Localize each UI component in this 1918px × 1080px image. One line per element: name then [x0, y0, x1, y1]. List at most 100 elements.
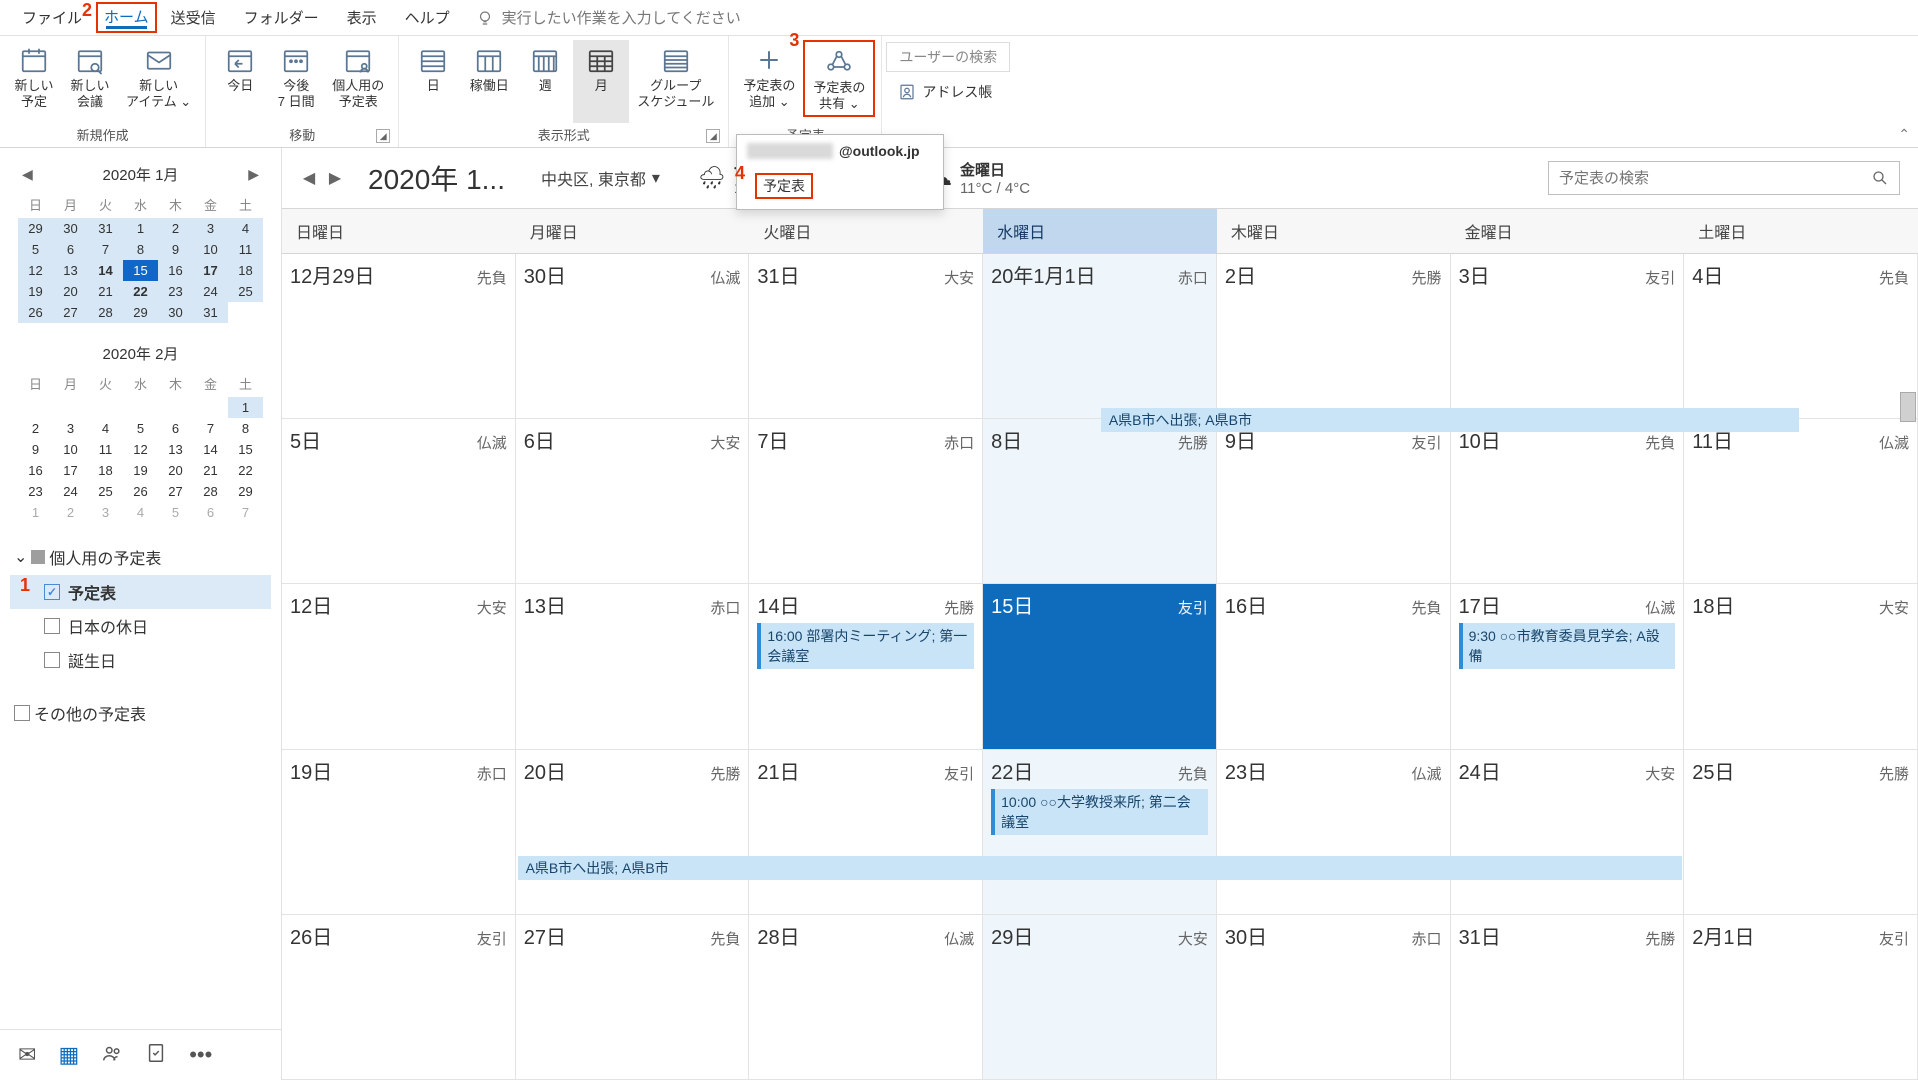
menu-home[interactable]: ホーム: [96, 2, 157, 33]
mini-day[interactable]: [228, 302, 263, 323]
mini-day[interactable]: 3: [193, 218, 228, 239]
mini-day[interactable]: 11: [228, 239, 263, 260]
mini-day[interactable]: 18: [88, 460, 123, 481]
calendar-group-personal[interactable]: ⌄ 個人用の予定表: [10, 539, 271, 575]
mini-day[interactable]: 17: [193, 260, 228, 281]
day-cell[interactable]: 18日大安: [1684, 584, 1918, 749]
mini-day[interactable]: 4: [123, 502, 158, 523]
search-user-input[interactable]: ユーザーの検索: [886, 42, 1010, 72]
mini-day[interactable]: 23: [18, 481, 53, 502]
mini-day[interactable]: [18, 397, 53, 418]
more-nav-icon[interactable]: •••: [189, 1042, 212, 1068]
mini-day[interactable]: 6: [193, 502, 228, 523]
mini-day[interactable]: 13: [158, 439, 193, 460]
mini-day[interactable]: [88, 397, 123, 418]
day-cell[interactable]: 29日大安: [983, 915, 1217, 1080]
mini-day[interactable]: 26: [123, 481, 158, 502]
menu-help[interactable]: ヘルプ: [391, 1, 464, 34]
mini-day[interactable]: 9: [158, 239, 193, 260]
day-cell[interactable]: 28日仏滅: [749, 915, 983, 1080]
allday-event-trip2[interactable]: A県B市へ出張; A県B市: [518, 856, 1683, 880]
people-nav-icon[interactable]: [101, 1042, 123, 1068]
mini-day[interactable]: 31: [193, 302, 228, 323]
day-cell[interactable]: 23日仏滅: [1217, 750, 1451, 915]
add-calendar-button[interactable]: 予定表の 追加 ⌄: [735, 40, 803, 123]
dialog-launcher-icon[interactable]: ◢: [706, 129, 720, 143]
day-cell[interactable]: 24日大安: [1451, 750, 1685, 915]
personal-calendar-button[interactable]: 個人用の 予定表: [324, 40, 392, 123]
mini-day[interactable]: 5: [158, 502, 193, 523]
day-cell[interactable]: 13日赤口: [516, 584, 750, 749]
mini-day[interactable]: 10: [53, 439, 88, 460]
mini-day[interactable]: 16: [18, 460, 53, 481]
checkbox-unchecked-icon[interactable]: ✓: [14, 705, 30, 721]
mini-day[interactable]: 19: [18, 281, 53, 302]
allday-event-trip1[interactable]: A県B市へ出張; A県B市: [1101, 408, 1800, 432]
week-view-button[interactable]: 週: [517, 40, 573, 123]
mini-day[interactable]: 28: [193, 481, 228, 502]
day-view-button[interactable]: 日: [405, 40, 461, 123]
mini-day[interactable]: 6: [53, 239, 88, 260]
mini-day[interactable]: 22: [228, 460, 263, 481]
day-cell[interactable]: 20年1月1日赤口: [983, 254, 1217, 419]
mini-day[interactable]: 27: [158, 481, 193, 502]
day-cell[interactable]: 11日仏滅: [1684, 419, 1918, 584]
mini-day[interactable]: 2: [53, 502, 88, 523]
mini-day[interactable]: 21: [193, 460, 228, 481]
calendar-item-holidays[interactable]: ✓ 日本の休日: [10, 609, 271, 643]
mini-day[interactable]: 25: [228, 281, 263, 302]
new-items-button[interactable]: 新しい アイテム ⌄: [118, 40, 199, 123]
share-menu-account[interactable]: @outlook.jp: [737, 135, 943, 167]
month-view-button[interactable]: 月: [573, 40, 629, 123]
mini-day[interactable]: 24: [193, 281, 228, 302]
mini-day[interactable]: 5: [123, 418, 158, 439]
workweek-view-button[interactable]: 稼働日: [461, 40, 517, 123]
mini-day[interactable]: 3: [88, 502, 123, 523]
mini-day[interactable]: 7: [228, 502, 263, 523]
menu-sendreceive[interactable]: 送受信: [157, 1, 230, 34]
day-cell[interactable]: 22日先負10:00 ○○大学教授来所; 第二会議室: [983, 750, 1217, 915]
next-period-button[interactable]: ▶: [326, 169, 344, 187]
checkbox-checked-icon[interactable]: ✓: [44, 584, 60, 600]
new-meeting-button[interactable]: 新しい 会議: [62, 40, 118, 123]
day-cell[interactable]: 14日先勝16:00 部署内ミーティング; 第一会議室: [749, 584, 983, 749]
mini-day[interactable]: 29: [123, 302, 158, 323]
mini-day[interactable]: 30: [158, 302, 193, 323]
mini-day[interactable]: 5: [18, 239, 53, 260]
search-icon[interactable]: [1871, 169, 1889, 187]
mini-day[interactable]: [123, 397, 158, 418]
day-cell[interactable]: 3日友引: [1451, 254, 1685, 419]
next-month-button[interactable]: ▶: [248, 166, 259, 183]
today-button[interactable]: 今日: [212, 40, 268, 123]
collapse-ribbon-button[interactable]: ⌃: [1898, 126, 1910, 143]
day-cell[interactable]: 31日大安: [749, 254, 983, 419]
mini-day[interactable]: 7: [88, 239, 123, 260]
calendar-item-birthdays[interactable]: ✓ 誕生日: [10, 643, 271, 677]
prev-month-button[interactable]: ◀: [22, 166, 33, 183]
mini-day[interactable]: 8: [228, 418, 263, 439]
dialog-launcher-icon[interactable]: ◢: [376, 129, 390, 143]
mini-day[interactable]: 4: [228, 218, 263, 239]
mini-day[interactable]: [53, 397, 88, 418]
mini-day[interactable]: 1: [18, 502, 53, 523]
mini-day[interactable]: 26: [18, 302, 53, 323]
day-cell[interactable]: 10日先負: [1451, 419, 1685, 584]
day-cell[interactable]: 27日先負: [516, 915, 750, 1080]
next7-button[interactable]: 今後 7 日間: [268, 40, 324, 123]
calendar-group-other[interactable]: ✓ その他の予定表: [10, 695, 271, 731]
mini-day[interactable]: 12: [123, 439, 158, 460]
tell-me[interactable]: 実行したい作業を入力してください: [476, 7, 741, 28]
new-appointment-button[interactable]: 新しい 予定: [6, 40, 62, 123]
mini-day[interactable]: 14: [193, 439, 228, 460]
day-cell[interactable]: 19日赤口: [282, 750, 516, 915]
day-cell[interactable]: 15日友引: [983, 584, 1217, 749]
event-item[interactable]: 10:00 ○○大学教授来所; 第二会議室: [991, 789, 1208, 835]
mini-day[interactable]: 23: [158, 281, 193, 302]
mini-day[interactable]: 22: [123, 281, 158, 302]
mini-day[interactable]: 3: [53, 418, 88, 439]
mini-day[interactable]: 7: [193, 418, 228, 439]
mini-day[interactable]: 11: [88, 439, 123, 460]
mini-day[interactable]: 2: [18, 418, 53, 439]
day-cell[interactable]: 26日友引: [282, 915, 516, 1080]
day-cell[interactable]: 5日仏滅: [282, 419, 516, 584]
